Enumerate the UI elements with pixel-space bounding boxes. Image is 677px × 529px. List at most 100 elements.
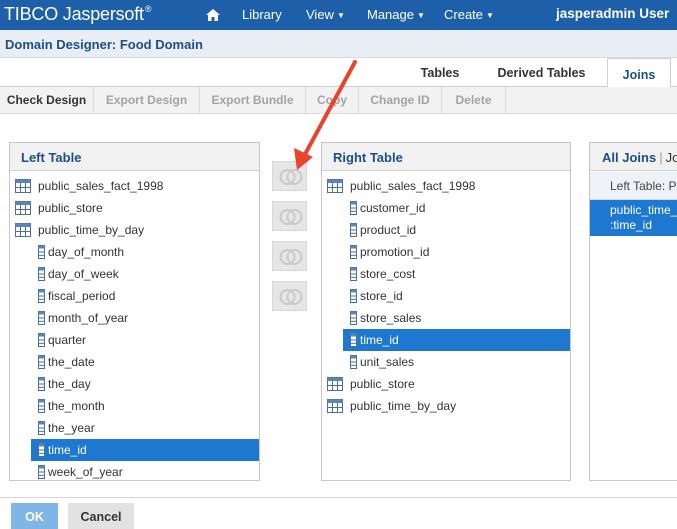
column-name: store_cost [360,267,416,281]
user-menu[interactable]: jasperadmin User [556,6,669,21]
nav-create-label: Create [444,7,484,22]
column-icon [38,465,45,482]
copy-button[interactable]: Copy [306,87,359,114]
left-table-filter-label: Left Table: P [590,172,677,200]
column-icon [350,267,357,284]
check-design-button[interactable]: Check Design [0,87,94,114]
column-name: time_id [48,443,87,457]
home-icon[interactable] [205,7,221,23]
change-id-button[interactable]: Change ID [359,87,442,114]
column-icon [38,421,45,438]
column-tree-item[interactable]: promotion_id [343,241,570,263]
column-icon [38,311,45,328]
column-name: day_of_month [48,245,125,259]
column-name: fiscal_period [48,289,116,303]
ok-button[interactable]: OK [11,503,58,529]
table-tree-item[interactable]: public_sales_fact_1998 [322,175,570,197]
column-name: the_year [48,421,95,435]
column-tree-item[interactable]: unit_sales [343,351,570,373]
trademark-symbol: ® [144,4,152,14]
tab-derived-tables[interactable]: Derived Tables [484,58,599,87]
column-icon [38,289,45,306]
table-icon [15,179,31,196]
column-icon [350,311,357,328]
cancel-button[interactable]: Cancel [68,503,134,529]
column-tree-item[interactable]: fiscal_period [31,285,259,307]
column-name: unit_sales [360,355,415,369]
full-outer-join-button[interactable] [272,281,307,311]
table-name: public_store [38,201,103,215]
table-name: public_sales_fact_1998 [38,179,164,193]
tab-tables[interactable]: Tables [405,58,475,87]
joins-next-title: Jo [665,150,677,165]
column-tree-item[interactable]: the_date [31,351,259,373]
designer-tabs: Tables Derived Tables Joins [0,58,677,88]
brand-logo[interactable]: TIBCO Jaspersoft® [4,4,151,25]
nav-library[interactable]: Library [242,7,282,22]
column-tree-item[interactable]: store_id [343,285,570,307]
join-item-line1: public_time_ [610,203,677,217]
chevron-down-icon: ▼ [486,11,494,20]
column-name: store_sales [360,311,422,325]
column-tree-item[interactable]: the_month [31,395,259,417]
column-tree-item[interactable]: product_id [343,219,570,241]
export-bundle-button[interactable]: Export Bundle [200,87,306,114]
table-tree-item[interactable]: public_sales_fact_1998 [10,175,259,197]
column-tree-item[interactable]: week_of_year [31,461,259,483]
column-tree-item[interactable]: quarter [31,329,259,351]
nav-manage-menu[interactable]: Manage ▼ [367,7,425,22]
nav-library-label: Library [242,7,282,22]
table-tree-item[interactable]: public_time_by_day [10,219,259,241]
delete-button[interactable]: Delete [442,87,506,114]
column-tree-item[interactable]: month_of_year [31,307,259,329]
column-icon [38,399,45,416]
table-name: public_time_by_day [38,223,145,237]
nav-manage-label: Manage [367,7,414,22]
column-tree-item[interactable]: customer_id [343,197,570,219]
table-tree-item[interactable]: public_store [322,373,570,395]
all-joins-title: All Joins [602,150,657,165]
column-tree-item[interactable]: the_day [31,373,259,395]
left-outer-join-button[interactable] [272,201,307,231]
column-name: product_id [360,223,417,237]
column-icon [38,267,45,284]
column-icon [350,223,357,240]
footer-bar: OK Cancel [0,497,677,529]
left-outer-join-icon [279,209,303,225]
column-name: time_id [360,333,399,347]
table-tree-item[interactable]: public_store [10,197,259,219]
column-icon [38,377,45,394]
tab-joins[interactable]: Joins [607,58,671,88]
join-list-item[interactable]: public_time_ :time_id [590,200,677,236]
column-name: the_month [48,399,105,413]
nav-view-menu[interactable]: View ▼ [306,7,345,22]
all-joins-panel: All Joins|Jo Left Table: P public_time_ … [589,142,677,481]
inner-join-button[interactable] [272,161,307,191]
export-design-button[interactable]: Export Design [94,87,200,114]
right-outer-join-icon [279,249,303,265]
header-separator: | [659,150,663,165]
join-item-line2: :time_id [610,218,653,232]
column-name: quarter [48,333,87,347]
right-outer-join-button[interactable] [272,241,307,271]
nav-create-menu[interactable]: Create ▼ [444,7,494,22]
table-icon [327,377,343,394]
column-tree-item[interactable]: time_id [31,439,259,461]
column-name: store_id [360,289,403,303]
brand-name: TIBCO Jaspersoft [4,4,144,24]
table-name: public_sales_fact_1998 [350,179,476,193]
column-tree-item[interactable]: store_cost [343,263,570,285]
column-tree-item[interactable]: day_of_week [31,263,259,285]
column-tree-item[interactable]: store_sales [343,307,570,329]
left-table-panel: Left Table public_sales_fact_1998 public_… [9,142,260,481]
table-icon [327,179,343,196]
column-tree-item[interactable]: the_year [31,417,259,439]
column-name: customer_id [360,201,426,215]
column-tree-item[interactable]: time_id [343,329,570,351]
column-icon [350,289,357,306]
chevron-down-icon: ▼ [336,11,345,20]
column-name: day_of_week [48,267,119,281]
table-tree-item[interactable]: public_time_by_day [322,395,570,417]
right-table-header: Right Table [322,143,570,171]
column-tree-item[interactable]: day_of_month [31,241,259,263]
